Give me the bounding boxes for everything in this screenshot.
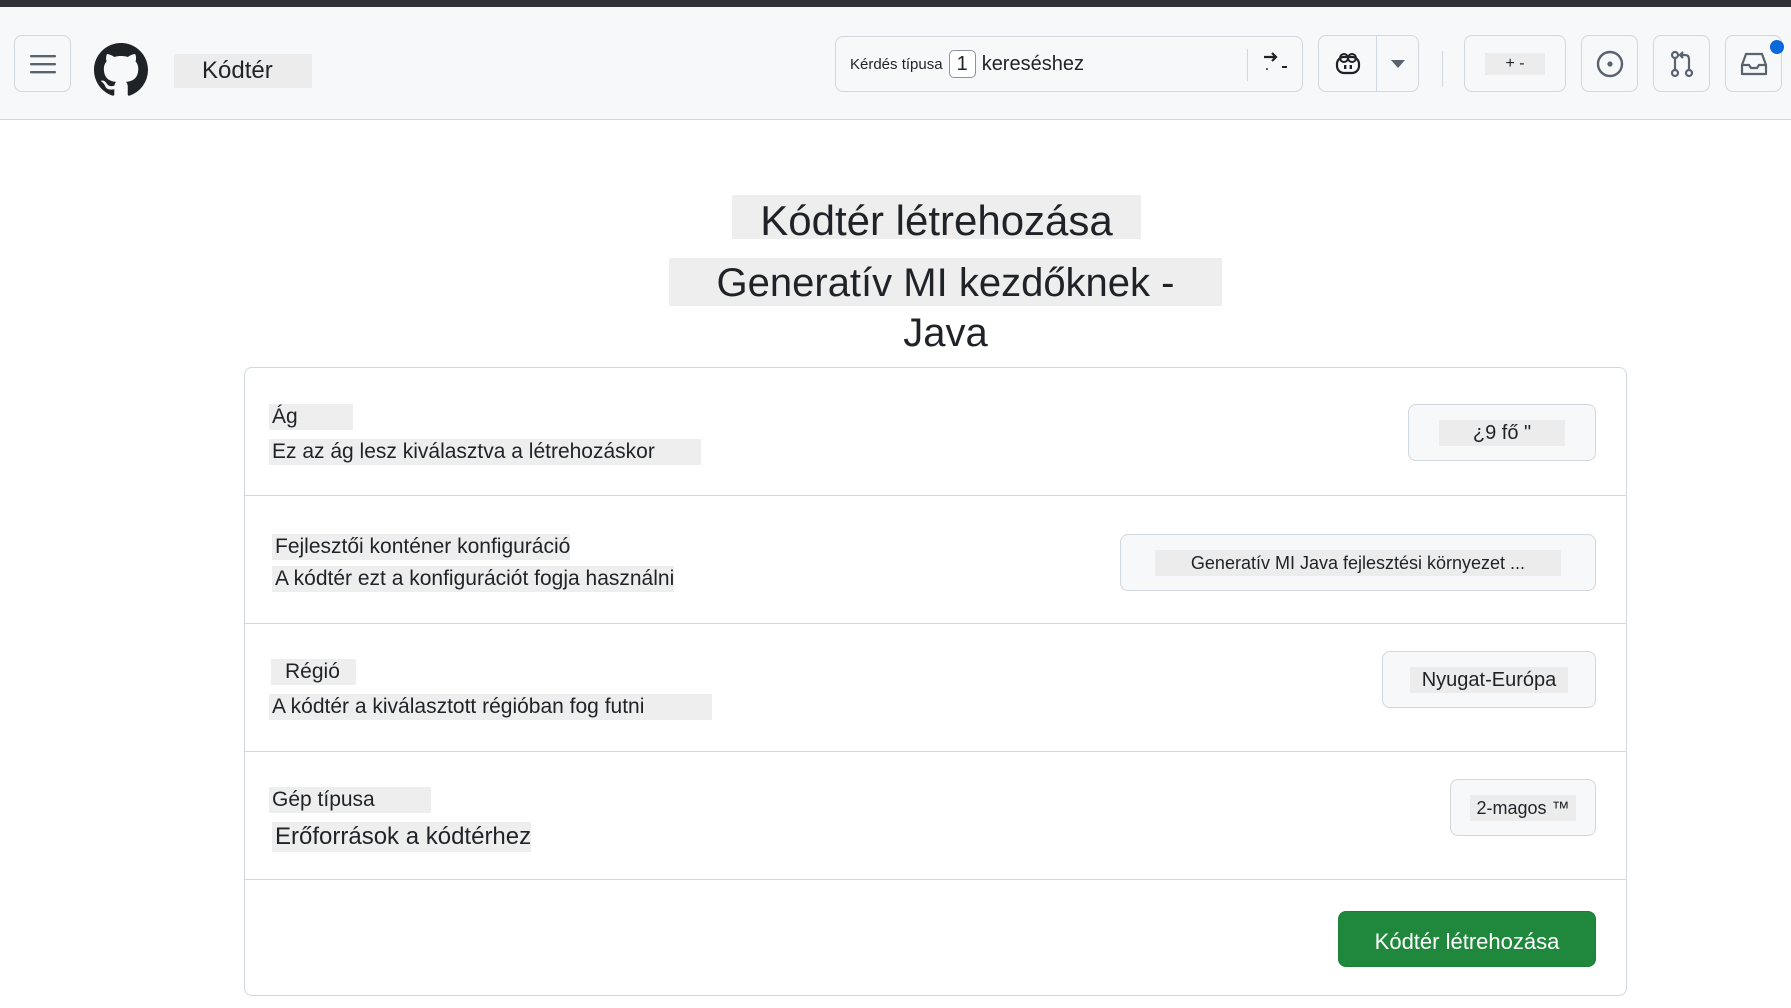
region-select[interactable]: Nyugat-Európa <box>1382 651 1596 708</box>
devcontainer-label: Fejlesztői konténer konfiguráció <box>272 534 571 560</box>
machine-select[interactable]: 2-magos ™ <box>1450 779 1596 836</box>
search-shortcut-key: 1 <box>948 50 976 78</box>
region-label: Régió <box>271 659 356 685</box>
command-palette-icon[interactable] <box>1262 51 1288 80</box>
pull-requests-button[interactable] <box>1653 35 1710 92</box>
devcontainer-select[interactable]: Generatív MI Java fejlesztési környezet … <box>1120 534 1596 591</box>
branch-label: Ág <box>269 404 353 430</box>
header-separator <box>1442 51 1443 87</box>
search-prefix: Kérdés típusa <box>850 55 943 73</box>
devcontainer-value: Generatív MI Java fejlesztési környezet … <box>1154 549 1562 576</box>
issues-button[interactable] <box>1581 35 1638 92</box>
machine-label: Gép típusa <box>269 787 431 813</box>
machine-description: Erőforrások a kódtérhez <box>272 822 532 852</box>
search-divider <box>1247 49 1248 81</box>
page-subtitle: Generatív MI kezdőknek - Java <box>669 258 1222 355</box>
search-input[interactable]: Kérdés típusa 1 kereséshez <box>835 36 1303 92</box>
notification-dot <box>1770 40 1784 54</box>
form-row-region: Régió A kódtér a kiválasztott régióban f… <box>245 624 1626 752</box>
window-top-strip <box>0 0 1791 7</box>
inbox-icon <box>1740 52 1767 75</box>
branch-select[interactable]: ¿9 fő " <box>1408 404 1596 461</box>
region-description: A kódtér a kiválasztott régióban fog fut… <box>269 694 712 720</box>
global-header: Kódtér Kérdés típusa 1 kereséshez + - <box>0 7 1791 120</box>
pull-request-icon <box>1670 50 1693 77</box>
form-row-machine: Gép típusa Erőforrások a kódtérhez 2-mag… <box>245 752 1626 880</box>
branch-value: ¿9 fő " <box>1438 419 1566 446</box>
page-title: Kódtér létrehozása <box>732 195 1141 244</box>
chevron-down-icon <box>1390 59 1405 68</box>
copilot-button[interactable] <box>1319 36 1376 91</box>
machine-value: 2-magos ™ <box>1470 794 1576 821</box>
form-row-branch: Ág Ez az ág lesz kiválasztva a létrehozá… <box>245 368 1626 496</box>
copilot-dropdown-button[interactable] <box>1377 36 1418 91</box>
codespace-form-card: Ág Ez az ág lesz kiválasztva a létrehozá… <box>244 367 1627 996</box>
menu-button[interactable] <box>14 35 71 92</box>
form-row-devcontainer: Fejlesztői konténer konfiguráció A kódté… <box>245 496 1626 624</box>
copilot-button-group <box>1318 35 1419 92</box>
copilot-icon <box>1335 52 1360 74</box>
github-logo-icon[interactable] <box>94 43 148 97</box>
create-codespace-button[interactable]: Kódtér létrehozása <box>1338 911 1596 967</box>
create-new-label: + - <box>1485 52 1545 75</box>
hamburger-menu-icon <box>29 54 56 73</box>
create-new-button[interactable]: + - <box>1464 35 1566 92</box>
branch-description: Ez az ág lesz kiválasztva a létrehozásko… <box>269 439 701 465</box>
devcontainer-description: A kódtér ezt a konfigurációt fogja haszn… <box>272 566 675 592</box>
app-title[interactable]: Kódtér <box>174 54 312 88</box>
issues-icon <box>1596 50 1623 77</box>
region-value: Nyugat-Európa <box>1409 666 1569 693</box>
search-suffix: kereséshez <box>981 52 1084 75</box>
